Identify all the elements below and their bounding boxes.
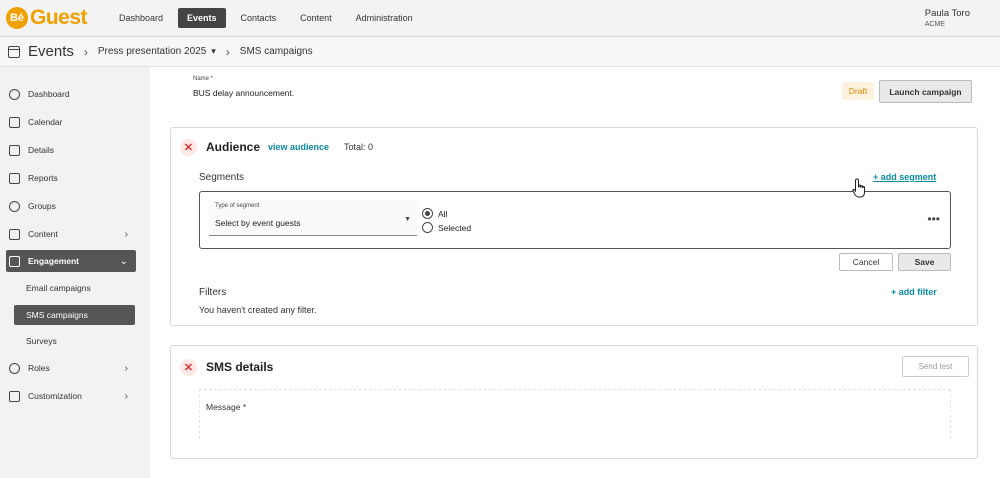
- sidebar-item-details[interactable]: Details: [6, 139, 136, 161]
- add-filter-link[interactable]: + add filter: [891, 287, 937, 297]
- sidebar-subitem-surveys[interactable]: Surveys: [14, 331, 135, 351]
- save-button[interactable]: Save: [898, 253, 951, 271]
- no-filters-text: You haven't created any filter.: [199, 305, 317, 315]
- main-content: Name * BUS delay announcement. Draft Lau…: [150, 67, 1000, 478]
- chevron-right-icon: ›: [124, 390, 128, 402]
- nav-administration[interactable]: Administration: [347, 8, 422, 28]
- sidebar-item-label: Calendar: [28, 117, 63, 127]
- nav-contacts[interactable]: Contacts: [232, 8, 286, 28]
- breadcrumb-events[interactable]: Events: [28, 43, 74, 60]
- sidebar-item-reports[interactable]: Reports: [6, 167, 136, 189]
- sidebar-item-label: Details: [28, 145, 54, 155]
- cancel-button[interactable]: Cancel: [839, 253, 893, 271]
- radio-all-label: All: [438, 208, 448, 219]
- content-icon: [9, 228, 20, 240]
- top-bar: Bé Guest Dashboard Events Contacts Conte…: [0, 0, 1000, 37]
- sidebar-subitem-email-campaigns[interactable]: Email campaigns: [14, 278, 135, 298]
- close-icon[interactable]: ✕: [180, 139, 197, 156]
- sidebar-subitem-sms-campaigns[interactable]: SMS campaigns: [14, 305, 135, 325]
- sidebar-item-dashboard[interactable]: Dashboard: [6, 83, 136, 105]
- reports-icon: [9, 172, 20, 184]
- sidebar-item-groups[interactable]: Groups: [6, 195, 136, 217]
- main-nav: Dashboard Events Contacts Content Admini…: [110, 8, 422, 28]
- chevron-down-icon[interactable]: ▾: [211, 46, 216, 57]
- radio-unchecked-icon: [422, 222, 433, 233]
- sms-details-card: ✕ SMS details Send test Message *: [170, 345, 978, 459]
- chevron-right-icon: ›: [124, 362, 128, 374]
- segment-editor: Type of segment Select by event guests ▼…: [199, 191, 951, 249]
- message-field[interactable]: Message *: [199, 389, 951, 439]
- user-name: Paula Toro: [924, 8, 970, 19]
- dashboard-icon: [9, 88, 20, 100]
- view-audience-link[interactable]: view audience: [268, 142, 329, 152]
- chevron-right-icon: ›: [83, 44, 88, 59]
- sidebar-item-calendar[interactable]: Calendar: [6, 111, 136, 133]
- sidebar-item-label: Dashboard: [28, 89, 70, 99]
- sidebar-item-roles[interactable]: Roles ›: [6, 357, 136, 379]
- caret-down-icon: ▼: [404, 216, 411, 223]
- chevron-right-icon: ›: [225, 44, 230, 59]
- sidebar-item-label: Customization: [28, 391, 82, 401]
- hand-cursor-icon: [852, 178, 865, 198]
- calendar-icon: [9, 116, 20, 128]
- more-options-icon[interactable]: •••: [927, 212, 940, 226]
- message-label: Message *: [206, 402, 247, 412]
- close-icon[interactable]: ✕: [180, 359, 197, 376]
- breadcrumb-current: SMS campaigns: [239, 46, 313, 57]
- nav-content[interactable]: Content: [291, 8, 341, 28]
- sidebar-item-label: Roles: [28, 363, 50, 373]
- customization-icon: [9, 390, 20, 402]
- nav-dashboard[interactable]: Dashboard: [110, 8, 172, 28]
- segment-type-value: Select by event guests: [215, 218, 301, 228]
- logo-text: Guest: [30, 6, 88, 29]
- send-test-button[interactable]: Send test: [902, 356, 969, 377]
- chevron-right-icon: ›: [124, 228, 128, 240]
- breadcrumb-event[interactable]: Press presentation 2025: [98, 46, 206, 57]
- sidebar-item-engagement[interactable]: Engagement ⌄: [6, 250, 136, 272]
- chevron-down-icon: ⌄: [119, 255, 128, 267]
- radio-selected-label: Selected: [438, 222, 472, 233]
- roles-icon: [9, 362, 20, 374]
- groups-icon: [9, 200, 20, 212]
- sidebar-item-label: Content: [28, 229, 58, 239]
- beguest-logo[interactable]: Bé Guest: [6, 5, 88, 31]
- campaign-name-label: Name *: [193, 76, 214, 82]
- breadcrumb: Events › Press presentation 2025 ▾ › SMS…: [0, 37, 1000, 67]
- sms-details-title: SMS details: [206, 360, 274, 374]
- sidebar-item-label: Groups: [28, 201, 56, 211]
- sidebar-item-label: Reports: [28, 173, 58, 183]
- campaign-name-field[interactable]: BUS delay announcement.: [193, 88, 294, 98]
- add-segment-link[interactable]: + add segment: [873, 172, 936, 182]
- radio-selected[interactable]: Selected: [422, 222, 471, 233]
- audience-card: ✕ Audience view audience Total: 0 Segmen…: [170, 127, 978, 326]
- sidebar-item-customization[interactable]: Customization ›: [6, 385, 136, 407]
- segments-label: Segments: [199, 172, 245, 183]
- status-badge: Draft: [842, 82, 874, 100]
- radio-all[interactable]: All: [422, 208, 447, 219]
- user-menu[interactable]: Paula Toro ACME: [925, 8, 970, 28]
- details-icon: [9, 144, 20, 156]
- filters-label: Filters: [199, 287, 227, 298]
- segment-type-label: Type of segment: [215, 203, 260, 209]
- audience-total: Total: 0: [344, 142, 374, 152]
- sidebar: Dashboard Calendar Details Reports Group…: [0, 67, 150, 478]
- segment-type-select[interactable]: Type of segment Select by event guests ▼: [209, 200, 417, 236]
- engagement-icon: [9, 255, 20, 267]
- audience-title: Audience: [206, 140, 261, 154]
- launch-campaign-button[interactable]: Launch campaign: [879, 80, 972, 103]
- nav-events[interactable]: Events: [178, 8, 226, 28]
- calendar-icon: [8, 45, 20, 58]
- user-org: ACME: [924, 21, 945, 28]
- logo-badge: Bé: [6, 7, 28, 29]
- radio-checked-icon: [422, 208, 433, 219]
- sidebar-item-label: Engagement: [28, 256, 80, 266]
- sidebar-item-content[interactable]: Content ›: [6, 223, 136, 245]
